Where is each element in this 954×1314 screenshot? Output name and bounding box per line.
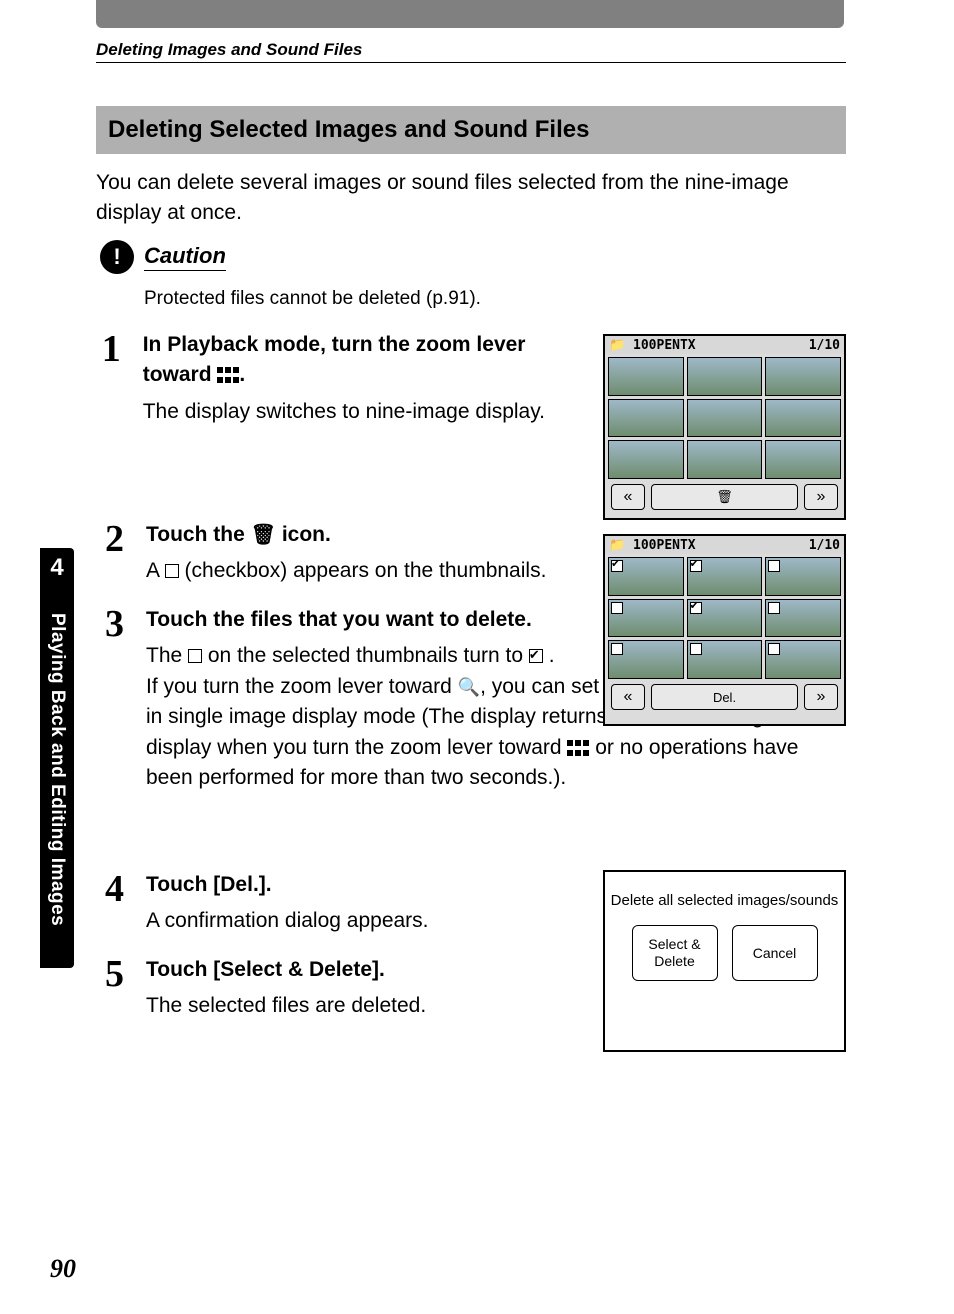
thumb-checkbox-icon [611,643,623,655]
step-number: 3 [96,605,124,794]
next-page-button[interactable]: » [804,484,838,510]
thumbnail[interactable] [687,357,763,396]
thumb-checkbox-icon [768,643,780,655]
text: (checkbox) appears on the thumbnails. [185,559,547,582]
step-heading: Touch the files that you want to delete. [146,605,586,635]
caution-label: Caution [144,243,226,271]
thumbnail[interactable] [765,357,841,396]
thumb-checkbox-checked-icon [611,560,623,572]
prev-page-button[interactable]: « [611,484,645,510]
chapter-number: 4 [40,554,74,582]
select-delete-icon: 🗑 [251,521,276,550]
thumbnail[interactable] [687,399,763,438]
thumb-checkbox-checked-icon [690,560,702,572]
select-delete-toolbar-button[interactable]: 🗑 [651,484,798,510]
step-body-text: The display switches to nine-image displ… [143,397,576,427]
thumbnail[interactable] [608,357,684,396]
punct: . [239,363,245,386]
chapter-label: Playing Back and Editing Images [46,590,68,950]
thumbnail[interactable] [765,557,841,596]
thumbnail[interactable] [608,440,684,479]
step-heading: Touch the 🗑 icon. [146,520,546,550]
thumbnail[interactable] [687,640,763,679]
step-head-text: icon. [282,523,331,546]
step-heading: In Playback mode, turn the zoom lever to… [143,330,576,391]
confirm-dialog: Delete all selected images/sounds Select… [603,870,846,1052]
next-page-button[interactable]: » [804,684,838,710]
running-header: Deleting Images and Sound Files [96,40,846,63]
thumb-checkbox-icon [690,643,702,655]
lcd-screenshot-browse: 📁 100PENTX 1/10 « 🗑 » [603,334,846,520]
thumbnail-grid [605,554,844,682]
thumbnail[interactable] [687,599,763,638]
step-1: 1 In Playback mode, turn the zoom lever … [96,330,576,427]
step-head-text: Touch the [146,523,251,546]
checkbox-checked-icon [529,649,543,663]
text: . [549,644,555,667]
thumb-checkbox-icon [768,602,780,614]
prev-page-button[interactable]: « [611,684,645,710]
section-heading: Deleting Selected Images and Sound Files [96,106,846,154]
manual-page: Deleting Images and Sound Files Deleting… [0,0,954,1314]
step-2: 2 Touch the 🗑 icon. A (checkbox) appears… [96,520,576,587]
thumbnail[interactable] [765,599,841,638]
thumbnail[interactable] [765,640,841,679]
step-heading: Touch [Del.]. [146,870,429,900]
thumb-checkbox-checked-icon [690,602,702,614]
step-number: 2 [96,520,124,587]
step-heading: Touch [Select & Delete]. [146,955,426,985]
text: A [146,559,165,582]
thumbnail[interactable] [765,440,841,479]
step-body-text: A (checkbox) appears on the thumbnails. [146,556,546,586]
step-number: 1 [96,330,121,427]
caution-icon: ! [100,240,134,274]
step-number: 4 [96,870,124,937]
step-head-text: In Playback mode, turn the zoom lever to… [143,333,526,386]
thumb-checkbox-icon [768,560,780,572]
step-body-text: The selected files are deleted. [146,991,426,1021]
select-and-delete-button[interactable]: Select & Delete [632,925,718,981]
caution-row: ! Caution [100,240,226,274]
chapter-tab: 4 Playing Back and Editing Images [40,548,74,968]
checkbox-empty-icon [165,564,179,578]
caution-text: Protected files cannot be deleted (p.91)… [144,288,481,310]
thumbnail[interactable] [687,557,763,596]
top-accent-bar [96,0,844,28]
image-counter: 1/10 [809,538,840,553]
text: If you turn the zoom lever toward [146,675,458,698]
thumbnail[interactable] [687,440,763,479]
step-5: 5 Touch [Select & Delete]. The selected … [96,955,576,1022]
folder-label: 📁 100PENTX [609,538,696,553]
delete-button[interactable]: Del. [651,684,798,710]
cancel-button[interactable]: Cancel [732,925,818,981]
step-number: 5 [96,955,124,1022]
magnifier-icon: 🔍 [458,674,480,700]
step-4: 4 Touch [Del.]. A confirmation dialog ap… [96,870,576,937]
nine-thumbnail-icon [567,740,589,756]
folder-label: 📁 100PENTX [609,338,696,353]
thumbnail[interactable] [608,640,684,679]
thumbnail[interactable] [608,599,684,638]
thumbnail[interactable] [608,399,684,438]
step-body-line: The on the selected thumbnails turn to . [146,641,586,671]
thumbnail[interactable] [765,399,841,438]
lcd-screenshot-select: 📁 100PENTX 1/10 « Del. » [603,534,846,726]
confirm-message: Delete all selected images/sounds [605,890,844,911]
nine-thumbnail-icon [217,367,239,383]
step-body-text: A confirmation dialog appears. [146,906,429,936]
intro-paragraph: You can delete several images or sound f… [96,168,836,229]
text: The [146,644,188,667]
checkbox-empty-icon [188,649,202,663]
page-number: 90 [50,1254,76,1284]
thumbnail-grid [605,354,844,482]
image-counter: 1/10 [809,338,840,353]
thumbnail[interactable] [608,557,684,596]
thumb-checkbox-icon [611,602,623,614]
text: on the selected thumbnails turn to [208,644,529,667]
